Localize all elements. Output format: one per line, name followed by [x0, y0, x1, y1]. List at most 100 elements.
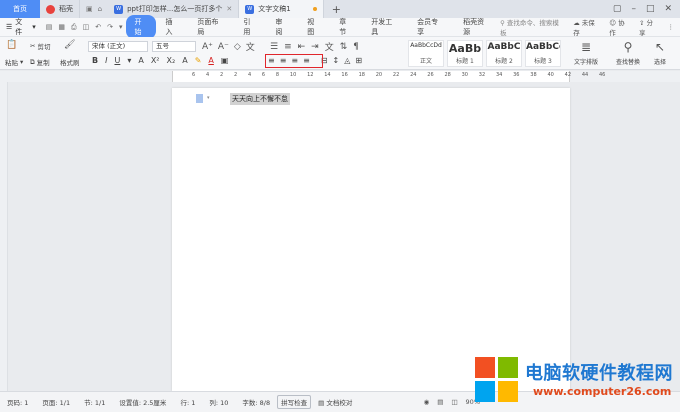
unsaved-dot-icon [312, 7, 317, 11]
style-heading-3[interactable]: AaBbCc 标题 3 [525, 40, 561, 67]
status-section[interactable]: 节: 1/1 [77, 397, 112, 407]
paragraph-handle-icon[interactable] [196, 94, 203, 103]
subscript-icon[interactable]: X₂ [167, 56, 176, 65]
copy-button[interactable]: ⧉ 复制 [30, 57, 50, 68]
command-search[interactable]: ⚲ 查找命令、搜索模板 [500, 17, 565, 37]
save-status[interactable]: ☁ 未保存 [573, 17, 601, 37]
menu-member[interactable]: 会员专享 [408, 17, 454, 37]
page-view-icon[interactable]: ▤ [437, 398, 443, 406]
menu-docer[interactable]: 稻壳资源 [454, 17, 500, 37]
maximize-icon[interactable]: □ [646, 4, 655, 14]
paste-button[interactable]: 📋 [6, 40, 17, 50]
redo-icon[interactable]: ↷ [107, 23, 113, 31]
italic-icon[interactable]: I [105, 56, 107, 65]
document-page[interactable]: ▾ 天天向上不懈不怠 [172, 88, 570, 391]
cursor-icon: ↖ [654, 40, 666, 54]
text-layout-button[interactable]: ≣ 文字排版 [574, 40, 598, 66]
borders-icon[interactable]: ⊞ [355, 56, 362, 65]
logo-red-pane [475, 357, 495, 378]
font-name-select[interactable]: 宋体 (正文) [88, 41, 148, 52]
file-menu[interactable]: ☰ 文件 ▾ [0, 17, 42, 37]
more-icon[interactable]: ⋮ [667, 23, 674, 31]
tab-home[interactable]: 首页 [0, 0, 40, 18]
web-view-icon[interactable]: ◫ [451, 398, 457, 406]
paste-label-button[interactable]: 粘贴 ▾ [5, 57, 23, 67]
decrease-indent-icon[interactable]: ⇤ [298, 42, 306, 52]
ruler-tick: 32 [478, 72, 486, 78]
paragraph-tools-row1: ☰ ≡ ⇤ ⇥ 文 ⇅ ¶ [270, 40, 359, 54]
close-icon[interactable]: ✕ [226, 5, 232, 13]
tab-docer[interactable]: 稻壳 [40, 0, 80, 18]
grow-font-icon[interactable]: A⁺ [202, 42, 213, 52]
preview-icon[interactable]: ◫ [83, 23, 90, 31]
chevron-down-icon[interactable]: ▾ [127, 56, 131, 65]
cut-button[interactable]: ✂ 剪切 [30, 41, 50, 51]
document-text[interactable]: 天天向上不懈不怠 [230, 93, 290, 105]
menu-home[interactable]: 开始 [126, 15, 157, 39]
style-heading-1[interactable]: AaBb 标题 1 [447, 40, 483, 67]
chevron-down-icon[interactable]: ▾ [207, 95, 210, 101]
add-tab-button[interactable]: + [324, 0, 349, 18]
style-normal[interactable]: AaBbCcDd 正文 [408, 40, 444, 67]
underline-icon[interactable]: U [114, 56, 120, 65]
menu-developer[interactable]: 开发工具 [362, 17, 408, 37]
print-icon[interactable]: ⎙ [71, 23, 77, 32]
spell-check-button[interactable]: 拼写检查 [277, 395, 312, 409]
select-button[interactable]: ↖ 选择 [654, 40, 666, 66]
proof-button[interactable]: ▤ 文档校对 [311, 397, 359, 407]
numbered-list-icon[interactable]: ≡ [284, 42, 292, 52]
eye-icon[interactable]: ◉ [424, 398, 430, 406]
vertical-ruler[interactable] [0, 82, 8, 391]
bullet-list-icon[interactable]: ☰ [270, 42, 278, 52]
horizontal-ruler[interactable]: 6 4 2 2 4 6 8 10 12 14 16 18 20 22 24 26 28 30 32 34 36 38 40 4… [0, 71, 680, 82]
shading-icon[interactable]: ◬ [344, 56, 350, 65]
chinese-layout-icon[interactable]: 文 [325, 40, 334, 53]
tab-label: 文字文稿1 [258, 5, 291, 13]
char-border-icon[interactable]: ▣ [221, 56, 229, 65]
increase-indent-icon[interactable]: ⇥ [311, 42, 319, 52]
open-icon[interactable]: ▦ [58, 23, 65, 31]
menu-section[interactable]: 章节 [330, 17, 362, 37]
phonetic-icon[interactable]: 文 [246, 40, 255, 53]
save-icon[interactable]: ▤ [46, 23, 53, 31]
clear-format-icon[interactable]: ◇ [234, 42, 241, 52]
collab-button[interactable]: ☺ 协作 [609, 17, 631, 37]
shrink-font-icon[interactable]: A⁻ [218, 42, 229, 52]
font-size-select[interactable]: 五号 [152, 41, 196, 52]
style-heading-2[interactable]: AaBbC 标题 2 [486, 40, 522, 67]
tab-ppt-print[interactable]: W ppt打印怎样...怎么一页打多个 ✕ [108, 0, 240, 18]
bold-icon[interactable]: B [92, 56, 98, 65]
show-marks-icon[interactable]: ¶ [353, 42, 359, 52]
tab-doc1[interactable]: W 文字文稿1 [239, 0, 324, 18]
sort-icon[interactable]: ⇅ [340, 42, 348, 52]
menu-review[interactable]: 审阅 [266, 17, 298, 37]
format-painter-button[interactable]: 🖌 [64, 40, 75, 50]
print-icon[interactable]: ▣ [86, 5, 93, 13]
text-effect-icon[interactable]: A [182, 56, 187, 65]
file-menu-label: 文件 [15, 18, 23, 36]
ruler-tick: 24 [410, 72, 417, 78]
pin-icon[interactable]: ⌂ [98, 5, 102, 13]
menu-page-layout[interactable]: 页面布局 [188, 17, 234, 37]
share-button[interactable]: ⇪ 分享 [639, 17, 659, 37]
status-words[interactable]: 字数: 8/8 [235, 397, 277, 407]
close-icon[interactable]: ✕ [664, 4, 672, 14]
menu-insert[interactable]: 插入 [156, 17, 188, 37]
status-setting[interactable]: 设置值: 2.5厘米 [112, 397, 173, 407]
layout-icon[interactable]: ▢ [613, 4, 622, 14]
format-painter-label[interactable]: 格式刷 [60, 57, 80, 67]
line-spacing-icon[interactable]: ↕ [333, 56, 340, 65]
superscript-icon[interactable]: X² [151, 56, 160, 65]
find-replace-button[interactable]: ⚲ 查找替换 [616, 40, 640, 66]
menu-references[interactable]: 引用 [234, 17, 266, 37]
undo-icon[interactable]: ↶ [95, 23, 101, 31]
status-pages[interactable]: 页面: 1/1 [35, 397, 77, 407]
minimize-icon[interactable]: – [631, 4, 636, 14]
strikethrough-icon[interactable]: A [138, 56, 143, 65]
status-page[interactable]: 页码: 1 [0, 397, 35, 407]
chevron-down-icon[interactable]: ▾ [119, 23, 123, 31]
font-color-icon[interactable]: A [208, 56, 213, 65]
menu-view[interactable]: 视图 [298, 17, 330, 37]
ribbon: 📋 粘贴 ▾ ✂ 剪切 ⧉ 复制 🖌 格式刷 宋体 (正文) 五号 A⁺ A⁻ … [0, 37, 680, 70]
highlight-icon[interactable]: ✎ [195, 56, 202, 65]
